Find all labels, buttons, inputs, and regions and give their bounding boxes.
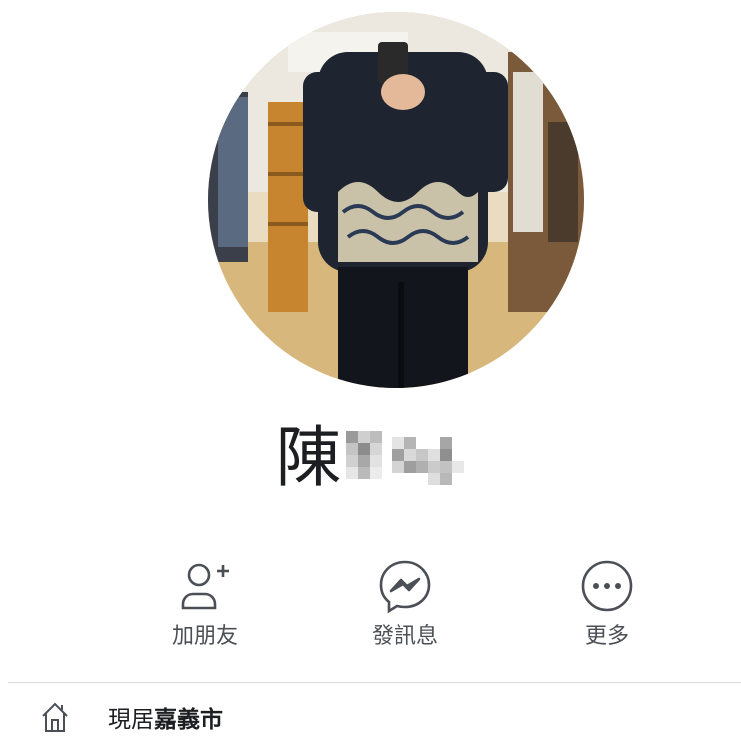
lives-in-row[interactable]: 現居 嘉義市 [40, 695, 223, 739]
add-friend-button[interactable]: 加朋友 [145, 558, 265, 650]
more-icon [547, 558, 667, 614]
profile-name: 陳 [0, 418, 741, 498]
section-divider [8, 682, 741, 683]
lives-in-prefix: 現居 [108, 707, 154, 733]
profile-photo-image [208, 12, 584, 388]
more-label: 更多 [584, 624, 629, 649]
profile-actions: 加朋友 發訊息 更多 [0, 558, 741, 668]
send-message-button[interactable]: 發訊息 [345, 558, 465, 650]
profile-name-text: 陳 [275, 419, 342, 496]
home-icon [42, 702, 68, 732]
send-message-label: 發訊息 [371, 624, 438, 649]
more-button[interactable]: 更多 [547, 558, 667, 650]
add-friend-label: 加朋友 [171, 624, 238, 649]
profile-photo[interactable] [208, 12, 584, 388]
messenger-icon [345, 558, 465, 614]
lives-in-place[interactable]: 嘉義市 [154, 700, 223, 734]
add-friend-icon [145, 558, 265, 614]
name-redaction-mosaic [345, 427, 466, 489]
